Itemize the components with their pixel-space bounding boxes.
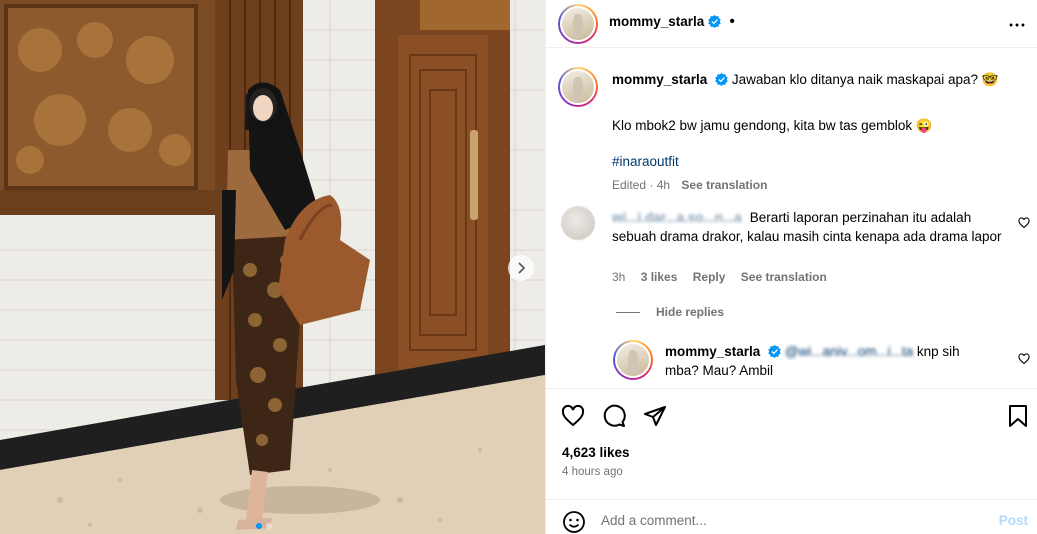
comment-like-heart-icon[interactable] [1018,216,1030,234]
comment-icon[interactable] [602,404,626,433]
header-avatar[interactable] [558,4,598,44]
post-actions: 4,623 likes 4 hours ago Post [546,388,1037,534]
carousel-dot-active [256,523,262,529]
photo-illustration [0,0,545,534]
share-icon[interactable] [643,404,667,433]
hide-replies-button[interactable]: Hide replies [616,305,724,319]
add-comment-bar: Post [546,499,1037,534]
post-header: mommy_starla • [546,0,1037,48]
header-separator-dot: • [729,12,735,30]
carousel-indicator [256,523,272,529]
caption-line-2: Klo mbok2 bw jamu gendong, kita bw tas g… [612,118,933,133]
chevron-right-icon [518,262,526,274]
verified-badge-icon [715,73,728,86]
caption-line-1: Jawaban klo ditanya naik maskapai apa? 🤓 [731,72,999,87]
likes-count[interactable]: 4,623 likes [562,445,630,460]
reply-mention[interactable]: @wi...aniv...om...i...ta [785,344,913,359]
heart-icon[interactable] [561,404,585,433]
caption-avatar[interactable] [558,67,598,107]
caption-username[interactable]: mommy_starla [612,72,707,87]
carousel-dot [266,523,272,529]
post-comment-button[interactable]: Post [999,513,1028,528]
post-side-panel: mommy_starla • mommy_starla Jawaban klo … [545,0,1037,534]
caption-see-translation[interactable]: See translation [681,178,767,192]
comment-reply-button[interactable]: Reply [693,270,726,284]
comment-see-translation[interactable]: See translation [741,270,827,284]
reply-username[interactable]: mommy_starla [665,344,760,359]
post-time-ago: 4 hours ago [562,466,623,478]
commenter-avatar[interactable] [561,206,595,240]
reply-like-heart-icon[interactable] [1018,352,1030,370]
hashtag-link[interactable]: #inaraoutfit [612,153,679,171]
more-options-icon[interactable] [1006,14,1028,41]
caption-edited-time: Edited · 4h [612,178,671,192]
comment-likes[interactable]: 3 likes [641,270,678,284]
hide-replies-line [616,311,640,313]
verified-badge-icon [768,345,781,358]
post-photo[interactable] [0,0,545,534]
comment-input[interactable] [601,509,961,531]
verified-badge-icon [708,15,722,28]
bookmark-icon[interactable] [1007,404,1029,433]
reply-avatar[interactable] [613,340,653,380]
emoji-icon[interactable] [562,510,586,534]
header-username[interactable]: mommy_starla [609,14,704,29]
comment-time: 3h [612,270,626,284]
commenter-username[interactable]: wi...i.dar...a.so...n...a [612,210,742,225]
hide-replies-label: Hide replies [656,305,725,319]
next-photo-button[interactable] [508,255,534,281]
